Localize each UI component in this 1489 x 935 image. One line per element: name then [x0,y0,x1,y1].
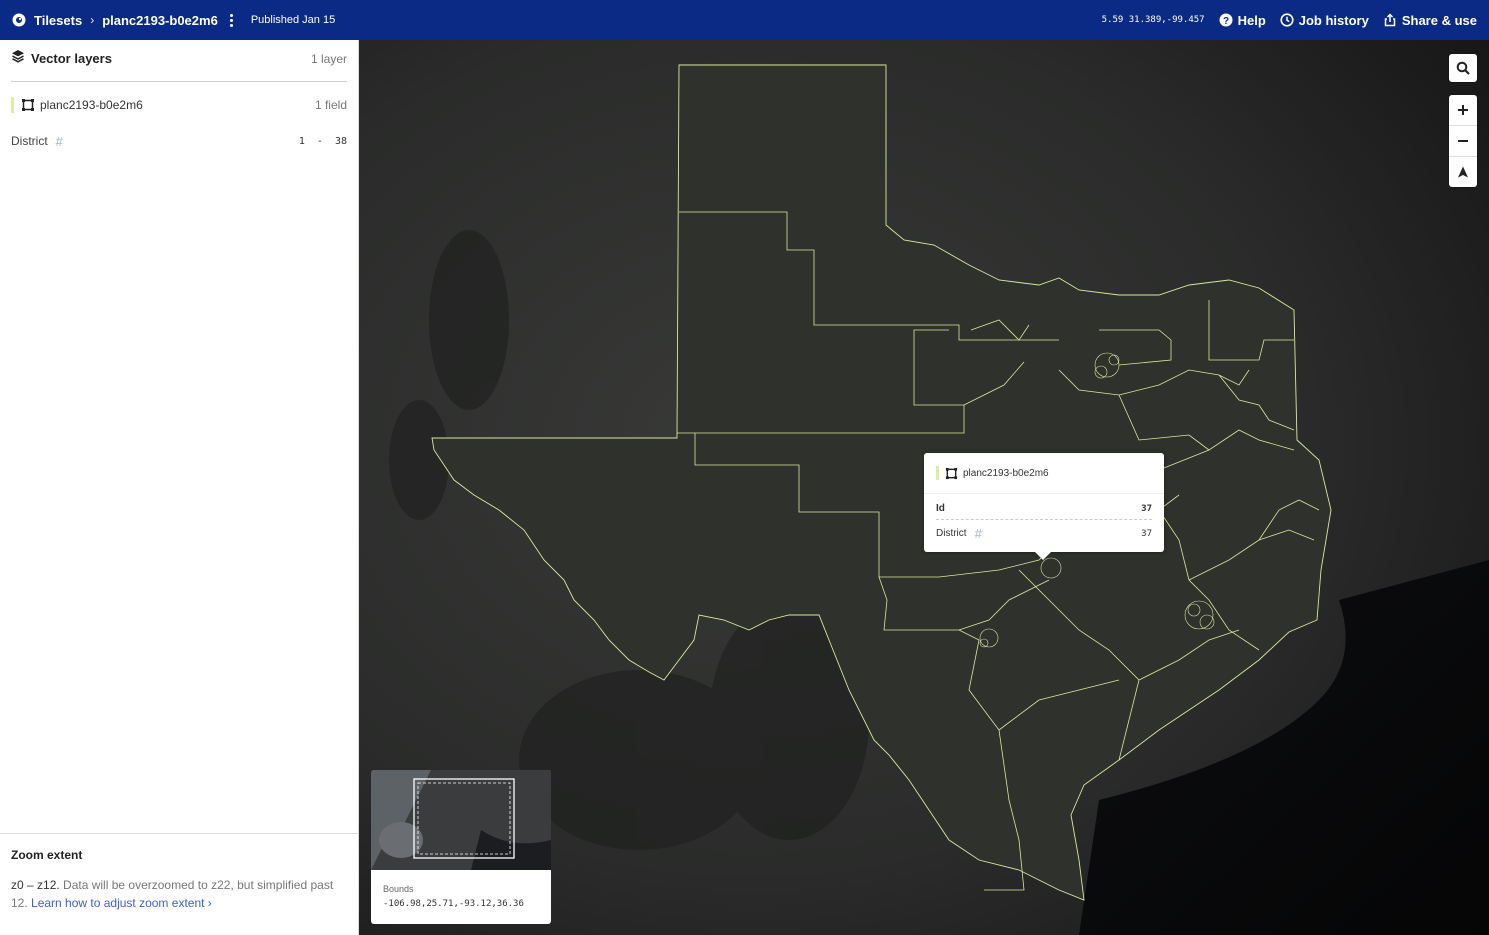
minus-icon [1458,140,1468,142]
tileset-name: planc2193-b0e2m6 [102,12,218,28]
bounds-value: -106.98,25.71,-93.12,36.36 [383,899,524,909]
number-type-icon: # [974,526,982,541]
search-icon [1456,61,1470,75]
share-button[interactable]: Share & use [1383,13,1477,28]
layers-icon [11,49,25,68]
layer-count: 1 layer [310,51,347,66]
field-range: 1 - 38 [298,135,347,147]
more-options-icon[interactable] [226,13,237,27]
minimap-image [371,770,551,870]
feature-popup: planc2193-b0e2m6 Id 37 District # 37 [924,453,1164,560]
layer-color-swatch [11,97,14,113]
sidebar: Vector layers 1 layer planc2193-b0e2m6 1… [0,40,359,935]
zoom-in-button[interactable] [1449,95,1477,126]
tilesets-link[interactable]: Tilesets [34,13,82,28]
help-icon: ? [1219,13,1233,27]
polygon-icon [21,98,35,112]
studio-logo-icon[interactable] [12,13,26,27]
compass-button[interactable] [1449,157,1477,187]
bounds-label: Bounds [383,884,414,894]
share-label: Share & use [1401,12,1477,28]
vector-layers-header: Vector layers 1 layer [11,49,347,82]
layer-field-count: 1 field [314,98,347,112]
vector-layers-title: Vector layers [31,51,112,66]
help-label: Help [1237,12,1266,28]
zoom-readout: 5.59 31.389,-99.457 [1102,15,1205,25]
chevron-right-icon: › [207,896,212,910]
zoom-extent-description: z0 – z12. Data will be overzoomed to z22… [11,876,348,912]
help-button[interactable]: ? Help [1219,13,1266,28]
popup-district-label: District [936,528,967,539]
share-icon [1384,13,1396,27]
zoom-extent-section: Zoom extent z0 – z12. Data will be overz… [0,833,359,935]
map-zoom-controls [1449,95,1477,187]
coords-readout: 31.389,-99.457 [1128,15,1205,25]
top-bar: Tilesets › planc2193-b0e2m6 Published Ja… [0,0,1489,40]
svg-text:?: ? [1223,16,1229,27]
bounds-minimap: Bounds -106.98,25.71,-93.12,36.36 [371,770,551,924]
zoom-range: z0 – z12. [11,878,60,892]
layer-item[interactable]: planc2193-b0e2m6 1 field [11,95,347,115]
job-history-button[interactable]: Job history [1280,13,1369,28]
clock-icon [1280,13,1294,27]
published-status: Published Jan 15 [250,14,336,26]
popup-divider [936,519,1152,520]
popup-id-row: Id 37 [936,503,1152,514]
plus-icon [1458,105,1468,115]
zoom-extent-title: Zoom extent [11,848,83,862]
popup-district-row: District # 37 [936,526,1152,541]
polygon-icon [945,467,958,480]
layer-name: planc2193-b0e2m6 [40,98,143,112]
number-type-icon: # [55,133,63,149]
search-button[interactable] [1449,54,1477,82]
zoom-extent-link[interactable]: Learn how to adjust zoom extent › [31,896,212,910]
compass-icon [1458,166,1468,178]
zoom-extent-link-label: Learn how to adjust zoom extent [31,896,205,910]
popup-header: planc2193-b0e2m6 [924,453,1164,494]
zoom-out-button[interactable] [1449,126,1477,157]
popup-layer-name: planc2193-b0e2m6 [963,467,1049,479]
popup-layer-swatch [936,466,939,480]
zoom-level: 5.59 [1101,15,1124,25]
job-history-label: Job history [1298,12,1369,28]
breadcrumb-chevron-icon: › [90,13,95,27]
popup-district-value: 37 [1141,528,1152,539]
field-name: District [11,134,48,148]
popup-id-value: 37 [1141,503,1152,514]
map-canvas[interactable]: planc2193-b0e2m6 Id 37 District # 37 Bou… [359,40,1489,935]
field-item[interactable]: District # 1 - 38 [11,132,347,150]
popup-id-label: Id [936,503,945,514]
